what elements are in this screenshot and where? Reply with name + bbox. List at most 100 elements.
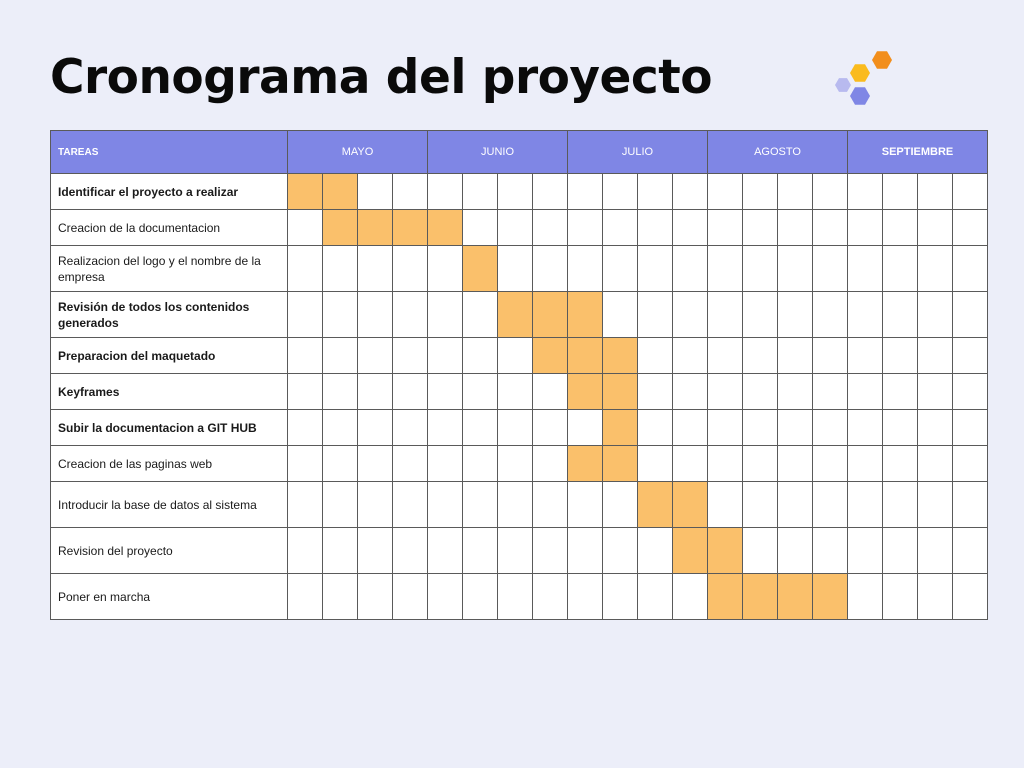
gantt-bar-cell: [672, 527, 708, 574]
gantt-empty-cell: [427, 481, 463, 528]
gantt-empty-cell: [637, 409, 673, 446]
gantt-empty-cell: [742, 209, 778, 246]
task-row: Revisión de todos los contenidos generad…: [50, 291, 988, 338]
gantt-empty-cell: [462, 527, 498, 574]
task-row: Poner en marcha: [50, 573, 988, 620]
task-name: Identificar el proyecto a realizar: [50, 173, 288, 210]
gantt-empty-cell: [952, 445, 988, 482]
task-row: Realizacion del logo y el nombre de la e…: [50, 245, 988, 292]
tasks-header: TAREAS: [50, 130, 288, 174]
gantt-empty-cell: [532, 527, 568, 574]
gantt-empty-cell: [742, 373, 778, 410]
gantt-empty-cell: [917, 573, 953, 620]
gantt-empty-cell: [637, 245, 673, 292]
gantt-empty-cell: [882, 245, 918, 292]
gantt-bar-cell: [567, 445, 603, 482]
task-row: Preparacion del maquetado: [50, 337, 988, 374]
gantt-empty-cell: [357, 373, 393, 410]
gantt-empty-cell: [847, 409, 883, 446]
gantt-empty-cell: [427, 337, 463, 374]
gantt-empty-cell: [427, 409, 463, 446]
gantt-empty-cell: [637, 573, 673, 620]
gantt-empty-cell: [812, 173, 848, 210]
gantt-empty-cell: [917, 373, 953, 410]
task-row: Subir la documentacion a GIT HUB: [50, 409, 988, 446]
gantt-empty-cell: [812, 527, 848, 574]
gantt-empty-cell: [532, 573, 568, 620]
gantt-empty-cell: [532, 373, 568, 410]
logo-hexagons-icon: [835, 51, 892, 105]
gantt-empty-cell: [357, 573, 393, 620]
gantt-empty-cell: [917, 527, 953, 574]
gantt-empty-cell: [777, 209, 813, 246]
gantt-empty-cell: [882, 209, 918, 246]
gantt-bar-cell: [672, 481, 708, 528]
gantt-empty-cell: [707, 373, 743, 410]
gantt-empty-cell: [567, 209, 603, 246]
gantt-empty-cell: [322, 445, 358, 482]
gantt-empty-cell: [532, 173, 568, 210]
gantt-empty-cell: [847, 573, 883, 620]
gantt-empty-cell: [462, 209, 498, 246]
gantt-empty-cell: [742, 291, 778, 338]
gantt-empty-cell: [287, 573, 323, 620]
gantt-bar-cell: [742, 573, 778, 620]
gantt-empty-cell: [287, 337, 323, 374]
task-row: Creacion de las paginas web: [50, 445, 988, 482]
gantt-empty-cell: [847, 527, 883, 574]
gantt-empty-cell: [812, 409, 848, 446]
gantt-empty-cell: [287, 481, 323, 528]
gantt-empty-cell: [637, 445, 673, 482]
gantt-empty-cell: [742, 245, 778, 292]
gantt-empty-cell: [707, 209, 743, 246]
gantt-empty-cell: [672, 291, 708, 338]
logo-hex-light: [835, 78, 851, 92]
gantt-empty-cell: [357, 409, 393, 446]
gantt-empty-cell: [952, 173, 988, 210]
gantt-bar-cell: [812, 573, 848, 620]
gantt-empty-cell: [742, 173, 778, 210]
gantt-empty-cell: [637, 337, 673, 374]
gantt-empty-cell: [497, 245, 533, 292]
gantt-empty-cell: [952, 481, 988, 528]
gantt-empty-cell: [392, 291, 428, 338]
gantt-empty-cell: [462, 573, 498, 620]
gantt-empty-cell: [532, 209, 568, 246]
gantt-empty-cell: [392, 409, 428, 446]
task-row: Identificar el proyecto a realizar: [50, 173, 988, 210]
gantt-empty-cell: [672, 445, 708, 482]
task-name: Introducir la base de datos al sistema: [50, 481, 288, 528]
month-header-mayo: MAYO: [287, 130, 428, 174]
gantt-empty-cell: [357, 245, 393, 292]
gantt-empty-cell: [637, 373, 673, 410]
gantt-empty-cell: [497, 209, 533, 246]
gantt-empty-cell: [427, 527, 463, 574]
gantt-empty-cell: [497, 573, 533, 620]
logo-hex-orange: [872, 51, 892, 69]
month-header-agosto: AGOSTO: [707, 130, 848, 174]
gantt-empty-cell: [357, 291, 393, 338]
gantt-empty-cell: [812, 209, 848, 246]
gantt-empty-cell: [882, 445, 918, 482]
gantt-empty-cell: [812, 445, 848, 482]
gantt-empty-cell: [777, 291, 813, 338]
gantt-empty-cell: [777, 373, 813, 410]
month-header-septiembre: SEPTIEMBRE: [847, 130, 988, 174]
gantt-empty-cell: [882, 573, 918, 620]
gantt-empty-cell: [497, 527, 533, 574]
logo-hex-purple: [850, 87, 870, 105]
gantt-empty-cell: [707, 481, 743, 528]
gantt-empty-cell: [847, 445, 883, 482]
gantt-empty-cell: [602, 209, 638, 246]
gantt-bar-cell: [497, 291, 533, 338]
gantt-bar-cell: [637, 481, 673, 528]
gantt-empty-cell: [882, 373, 918, 410]
gantt-empty-cell: [917, 245, 953, 292]
gantt-empty-cell: [322, 481, 358, 528]
gantt-empty-cell: [427, 373, 463, 410]
gantt-empty-cell: [602, 573, 638, 620]
gantt-empty-cell: [427, 445, 463, 482]
gantt-empty-cell: [672, 373, 708, 410]
gantt-empty-cell: [952, 209, 988, 246]
gantt-empty-cell: [287, 445, 323, 482]
